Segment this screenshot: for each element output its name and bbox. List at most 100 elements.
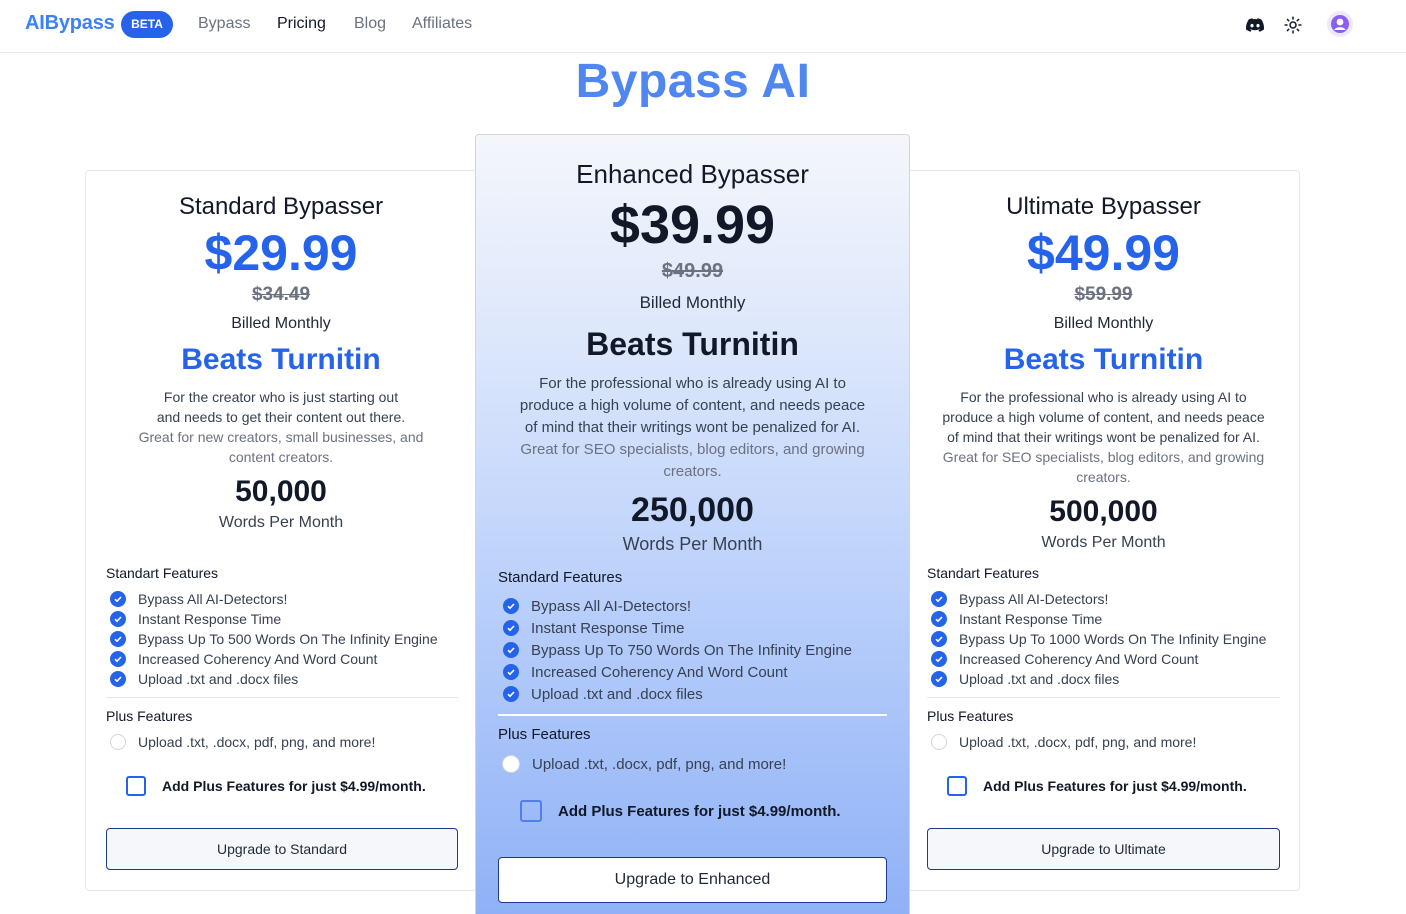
plan-card-standard: Standard Bypasser $29.99 $34.49 Billed M… bbox=[85, 170, 477, 891]
plus-addon-checkbox[interactable] bbox=[947, 776, 967, 796]
plan-old-price: $49.99 bbox=[661, 260, 724, 282]
check-icon bbox=[931, 611, 947, 627]
plan-description-line: produce a high volume of content, and ne… bbox=[942, 409, 1265, 425]
word-limit: 50,000 bbox=[235, 475, 327, 508]
divider bbox=[106, 697, 458, 698]
plan-tagline: Beats Turnitin bbox=[1003, 343, 1204, 376]
plus-features-heading: Plus Features bbox=[498, 726, 591, 743]
word-limit-label: Words Per Month bbox=[1041, 534, 1166, 551]
check-icon bbox=[110, 611, 126, 627]
check-icon bbox=[931, 631, 947, 647]
plus-features-heading: Plus Features bbox=[927, 708, 1014, 724]
nav-link-blog[interactable]: Blog bbox=[354, 15, 386, 33]
plan-audience-line: Great for SEO specialists, blog editors,… bbox=[942, 449, 1265, 465]
plus-addon-label: Add Plus Features for just $4.99/month. bbox=[983, 778, 1247, 794]
plan-description-line: For the professional who is already usin… bbox=[539, 375, 846, 392]
feature-item: Instant Response Time bbox=[110, 609, 438, 629]
divider bbox=[927, 697, 1280, 698]
check-icon bbox=[110, 671, 126, 687]
feature-item: Instant Response Time bbox=[931, 609, 1266, 629]
check-icon bbox=[931, 651, 947, 667]
empty-circle-icon bbox=[931, 734, 947, 750]
check-icon bbox=[931, 591, 947, 607]
feature-item: Bypass Up To 500 Words On The Infinity E… bbox=[110, 629, 438, 649]
nav-link-pricing[interactable]: Pricing bbox=[277, 15, 326, 33]
standard-features-heading: Standart Features bbox=[106, 565, 219, 581]
plan-name: Ultimate Bypasser bbox=[1006, 193, 1201, 220]
discord-icon[interactable] bbox=[1243, 13, 1267, 37]
feature-item: Bypass Up To 1000 Words On The Infinity … bbox=[931, 629, 1266, 649]
feature-item: Upload .txt and .docx files bbox=[110, 669, 438, 689]
plan-name: Standard Bypasser bbox=[178, 193, 384, 220]
plan-description-line: For the creator who is just starting out bbox=[163, 389, 399, 405]
check-icon bbox=[110, 591, 126, 607]
plan-audience-line: Great for new creators, small businesses… bbox=[138, 429, 424, 445]
plus-feature-item: Upload .txt, .docx, pdf, png, and more! bbox=[110, 732, 375, 752]
plan-description-line: produce a high volume of content, and ne… bbox=[519, 397, 866, 414]
feature-item: Bypass All AI-Detectors! bbox=[503, 595, 852, 617]
plan-price: $39.99 bbox=[609, 195, 776, 255]
feature-item: Bypass All AI-Detectors! bbox=[931, 589, 1266, 609]
top-navbar: AIBypass BETA Bypass Pricing Blog Affili… bbox=[0, 0, 1406, 53]
feature-item: Increased Coherency And Word Count bbox=[110, 649, 438, 669]
feature-item: Instant Response Time bbox=[503, 617, 852, 639]
feature-list: Bypass All AI-Detectors! Instant Respons… bbox=[503, 595, 852, 705]
nav-link-affiliates[interactable]: Affiliates bbox=[412, 15, 472, 33]
plan-price: $29.99 bbox=[204, 225, 358, 281]
plan-tagline: Beats Turnitin bbox=[586, 326, 799, 362]
plus-feature-list: Upload .txt, .docx, pdf, png, and more! bbox=[931, 732, 1196, 752]
check-icon bbox=[503, 642, 519, 658]
page-title: Bypass AI bbox=[575, 55, 811, 108]
word-limit-label: Words Per Month bbox=[218, 514, 344, 531]
logo[interactable]: AIBypass bbox=[25, 12, 115, 35]
check-icon bbox=[110, 631, 126, 647]
feature-item: Upload .txt and .docx files bbox=[931, 669, 1266, 689]
standard-features-heading: Standart Features bbox=[927, 565, 1040, 581]
feature-item: Bypass All AI-Detectors! bbox=[110, 589, 438, 609]
plus-feature-item: Upload .txt, .docx, pdf, png, and more! bbox=[502, 753, 786, 775]
word-limit: 500,000 bbox=[1049, 495, 1158, 528]
plus-addon-checkbox[interactable] bbox=[520, 800, 542, 822]
empty-circle-icon bbox=[110, 734, 126, 750]
word-limit: 250,000 bbox=[631, 491, 754, 529]
plus-addon-option[interactable]: Add Plus Features for just $4.99/month. bbox=[126, 776, 426, 796]
plan-name: Enhanced Bypasser bbox=[576, 159, 809, 189]
plus-feature-list: Upload .txt, .docx, pdf, png, and more! bbox=[502, 753, 786, 775]
nav-link-bypass[interactable]: Bypass bbox=[198, 15, 250, 33]
empty-circle-icon bbox=[502, 755, 520, 773]
plus-features-heading: Plus Features bbox=[106, 708, 193, 724]
plus-addon-option[interactable]: Add Plus Features for just $4.99/month. bbox=[947, 776, 1247, 796]
feature-item: Upload .txt and .docx files bbox=[503, 683, 852, 705]
upgrade-ultimate-button[interactable]: Upgrade to Ultimate bbox=[927, 828, 1280, 870]
word-limit-label: Words Per Month bbox=[622, 534, 763, 554]
beta-badge: BETA bbox=[121, 11, 173, 38]
check-icon bbox=[931, 671, 947, 687]
plan-audience-line: content creators. bbox=[228, 449, 334, 465]
plan-price: $49.99 bbox=[1027, 225, 1180, 281]
plan-description-line: of mind that their writings wont be pena… bbox=[947, 429, 1260, 445]
feature-item: Increased Coherency And Word Count bbox=[931, 649, 1266, 669]
plus-addon-label: Add Plus Features for just $4.99/month. bbox=[162, 778, 426, 794]
plan-description-line: For the professional who is already usin… bbox=[960, 389, 1247, 405]
billing-period: Billed Monthly bbox=[639, 293, 746, 312]
billing-period: Billed Monthly bbox=[1053, 315, 1154, 332]
upgrade-standard-button[interactable]: Upgrade to Standard bbox=[106, 828, 458, 870]
check-icon bbox=[110, 651, 126, 667]
billing-period: Billed Monthly bbox=[231, 315, 331, 332]
feature-item: Increased Coherency And Word Count bbox=[503, 661, 852, 683]
plus-addon-checkbox[interactable] bbox=[126, 776, 146, 796]
feature-list: Bypass All AI-Detectors! Instant Respons… bbox=[110, 589, 438, 689]
plan-audience-line: Great for SEO specialists, blog editors,… bbox=[520, 441, 865, 458]
standard-features-heading: Standard Features bbox=[498, 569, 623, 586]
plan-description-line: of mind that their writings wont be pena… bbox=[524, 419, 861, 436]
sun-icon[interactable] bbox=[1281, 13, 1305, 37]
plan-tagline: Beats Turnitin bbox=[181, 343, 381, 376]
check-icon bbox=[503, 686, 519, 702]
upgrade-enhanced-button[interactable]: Upgrade to Enhanced bbox=[498, 857, 887, 903]
check-icon bbox=[503, 620, 519, 636]
plus-feature-list: Upload .txt, .docx, pdf, png, and more! bbox=[110, 732, 375, 752]
plan-description-line: and needs to get their content out there… bbox=[156, 409, 406, 425]
check-icon bbox=[503, 664, 519, 680]
user-avatar-icon[interactable] bbox=[1327, 11, 1353, 37]
plus-addon-option[interactable]: Add Plus Features for just $4.99/month. bbox=[520, 800, 841, 822]
